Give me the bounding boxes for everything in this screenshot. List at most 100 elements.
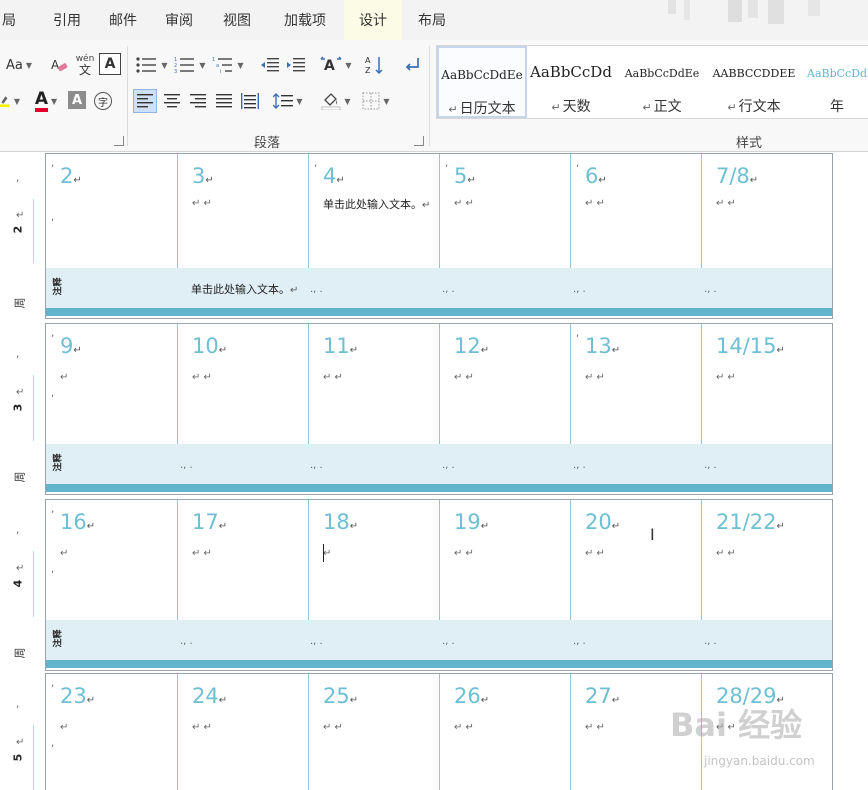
sort-icon[interactable]: AZ xyxy=(362,53,386,77)
comma-mark: , xyxy=(445,158,449,169)
change-case-button[interactable]: Aa ▼ xyxy=(2,54,36,76)
word-window: 局 引用 邮件 审阅 视图 加载项 设计 布局 Aa ▼ A wén 文 A ▼… xyxy=(0,0,868,790)
tab-view[interactable]: 视图 xyxy=(214,0,260,40)
day-cell[interactable]: 28/29↵ ↵ ↵ xyxy=(701,674,832,790)
clear-formatting-icon[interactable]: A xyxy=(48,54,70,76)
day-number-text: 26 xyxy=(454,684,481,708)
cell-end-mark: ., . xyxy=(310,636,323,647)
chevron-down-icon: ▼ xyxy=(25,60,32,70)
day-cell[interactable]: 27↵ ↵ ↵ xyxy=(570,674,701,790)
chevron-down-icon: ▼ xyxy=(383,96,390,106)
paragraph-mark-icon: ↵ xyxy=(776,695,785,706)
day-cell[interactable]: 26↵ ↵ ↵ xyxy=(439,674,570,790)
tab-addins[interactable]: 加载项 xyxy=(274,0,336,40)
paragraph-mark-icon: ↵ xyxy=(73,175,82,186)
paragraph-mark-icon: ↵ xyxy=(727,101,737,114)
svg-text:Z: Z xyxy=(365,66,371,75)
paragraph-mark-icon: ↵ xyxy=(218,695,228,706)
line-spacing-icon[interactable]: ▼ xyxy=(270,89,306,113)
multilevel-list-icon[interactable]: 1ai ▼ xyxy=(210,54,246,76)
svg-text:1: 1 xyxy=(212,57,215,63)
style-year[interactable]: AaBbCcDdEe 年 xyxy=(801,46,868,118)
tab-table-layout[interactable]: 布局 xyxy=(406,0,458,40)
paragraph-mark-icon: ↵ xyxy=(336,175,345,186)
week-number: 5 xyxy=(11,753,25,762)
increase-indent-icon[interactable] xyxy=(284,54,308,76)
day-cell[interactable]: 25↵ ↵ ↵ xyxy=(308,674,439,790)
cell-end-mark: ., . xyxy=(442,460,455,471)
distributed-icon[interactable] xyxy=(238,89,262,113)
shading-icon[interactable]: ▼ xyxy=(318,89,354,113)
paragraph-mark-icon: ↵ xyxy=(598,175,607,186)
phonetic-guide-button[interactable]: wén 文 xyxy=(72,52,98,78)
day-number-text: 9 xyxy=(60,334,74,358)
highlight-icon[interactable]: ▼ xyxy=(0,90,20,112)
cell-end-mark: ., . xyxy=(442,636,455,647)
notes-row[interactable]: 注释 ., . ., . ., . ., . ., . xyxy=(46,444,832,484)
document-area[interactable]: , ↵ 2 周 , 2↵ , 3↵ ↵ ↵ , 4↵ 单击此处输入文本。↵ , … xyxy=(0,153,868,790)
day-number-text: 3 xyxy=(192,164,206,188)
tab-label: 引用 xyxy=(53,13,81,29)
notes-row[interactable]: 注释 ., . ., . ., . ., . ., . xyxy=(46,620,832,660)
comma-mark: , xyxy=(576,158,580,169)
notes-row[interactable]: 注释 单击此处输入文本。↵ ., . ., . ., . ., . xyxy=(46,268,832,308)
paragraph-mark-icon: ↵ xyxy=(290,285,299,296)
phonetic-char: 文 xyxy=(78,62,91,77)
comma-mark: , xyxy=(51,678,55,689)
justify-icon[interactable] xyxy=(212,89,236,113)
enclose-characters-button[interactable]: 字 xyxy=(94,92,112,110)
character-shading-button[interactable]: A xyxy=(68,91,86,109)
comma-mark: , xyxy=(16,699,20,710)
character-border-button[interactable]: A xyxy=(99,53,121,75)
svg-text:A: A xyxy=(365,56,371,65)
style-row-text[interactable]: AABBCCDDEE ↵ 行文本 xyxy=(709,46,799,118)
align-right-icon[interactable] xyxy=(186,89,210,113)
text-direction-icon[interactable]: A ▼ xyxy=(318,54,354,76)
tab-design[interactable]: 设计 xyxy=(344,0,402,40)
day-cell[interactable]: , 23↵ ↵ , xyxy=(46,674,177,790)
style-calendar-text[interactable]: AaBbCcDdEe ↵ 日历文本 xyxy=(437,46,527,118)
svg-text:a: a xyxy=(216,63,219,69)
content-placeholder[interactable]: 单击此处输入文本。↵ xyxy=(323,196,430,212)
calendar-week-table[interactable]: , 2↵ , 3↵ ↵ ↵ , 4↵ 单击此处输入文本。↵ , 5↵ ↵ ↵ ,… xyxy=(45,153,833,319)
calendar-week-table[interactable]: , 16↵ ↵ , 17↵ ↵ ↵ 18↵ ↵ 19↵ ↵ ↵ 20↵ ↵ ↵ … xyxy=(45,499,833,671)
notes-placeholder[interactable]: 单击此处输入文本。↵ xyxy=(191,281,298,297)
day-number: 9↵ xyxy=(60,334,82,358)
svg-text:i: i xyxy=(220,69,221,73)
paragraph-mark-icon: ↵ xyxy=(611,521,621,532)
day-number-text: 23 xyxy=(60,684,87,708)
tab-mailings[interactable]: 邮件 xyxy=(100,0,146,40)
font-color-button[interactable]: A ▼ xyxy=(28,90,64,112)
show-paragraph-marks-icon[interactable] xyxy=(400,53,424,77)
paragraph-mark-icon: ↵ xyxy=(776,345,785,356)
paragraph-mark-icon: ↵ ↵ xyxy=(192,548,212,559)
font-dialog-launcher-icon[interactable] xyxy=(114,136,124,146)
paragraph-mark-icon: ↵ xyxy=(218,345,228,356)
tab-review[interactable]: 审阅 xyxy=(156,0,202,40)
tab-label: 设计 xyxy=(359,13,387,29)
paragraph-mark-icon: ↵ ↵ xyxy=(585,548,605,559)
group-separator xyxy=(127,46,128,146)
style-normal[interactable]: AaBbCcDdEe ↵ 正文 xyxy=(617,46,707,118)
paragraph-mark-icon: ↵ ↵ xyxy=(192,198,212,209)
calendar-week-table[interactable]: , 9↵ ↵ , 10↵ ↵ ↵ 11↵ ↵ ↵ 12↵ ↵ ↵ , 13↵ ↵… xyxy=(45,323,833,495)
numbering-icon[interactable]: 123 ▼ xyxy=(172,54,208,76)
paragraph-dialog-launcher-icon[interactable] xyxy=(414,136,424,146)
bullets-icon[interactable]: ▼ xyxy=(134,54,170,76)
style-name: ↵ 正文 xyxy=(617,96,707,116)
calendar-week-table[interactable]: , 23↵ ↵ , 24↵ ↵ ↵ 25↵ ↵ ↵ 26↵ ↵ ↵ 27↵ ↵ … xyxy=(45,673,833,790)
decrease-indent-icon[interactable] xyxy=(258,54,282,76)
align-left-icon[interactable] xyxy=(133,89,157,113)
comma-mark: , xyxy=(51,388,55,399)
tab-references[interactable]: 引用 xyxy=(44,0,90,40)
style-days[interactable]: AaBbCcDd ↵ 天数 xyxy=(529,46,613,118)
borders-icon[interactable]: ▼ xyxy=(358,89,394,113)
paragraph-mark-icon: ↵ ↵ xyxy=(716,198,736,209)
tab-label: 邮件 xyxy=(109,13,137,29)
day-cell[interactable]: 24↵ ↵ ↵ xyxy=(177,674,308,790)
paragraph-mark-icon: ↵ xyxy=(480,345,490,356)
tab-layout-partial[interactable]: 局 xyxy=(0,0,26,40)
align-center-icon[interactable] xyxy=(160,89,184,113)
cell-end-mark: ., . xyxy=(573,284,586,295)
style-name-text: 行文本 xyxy=(738,99,781,115)
